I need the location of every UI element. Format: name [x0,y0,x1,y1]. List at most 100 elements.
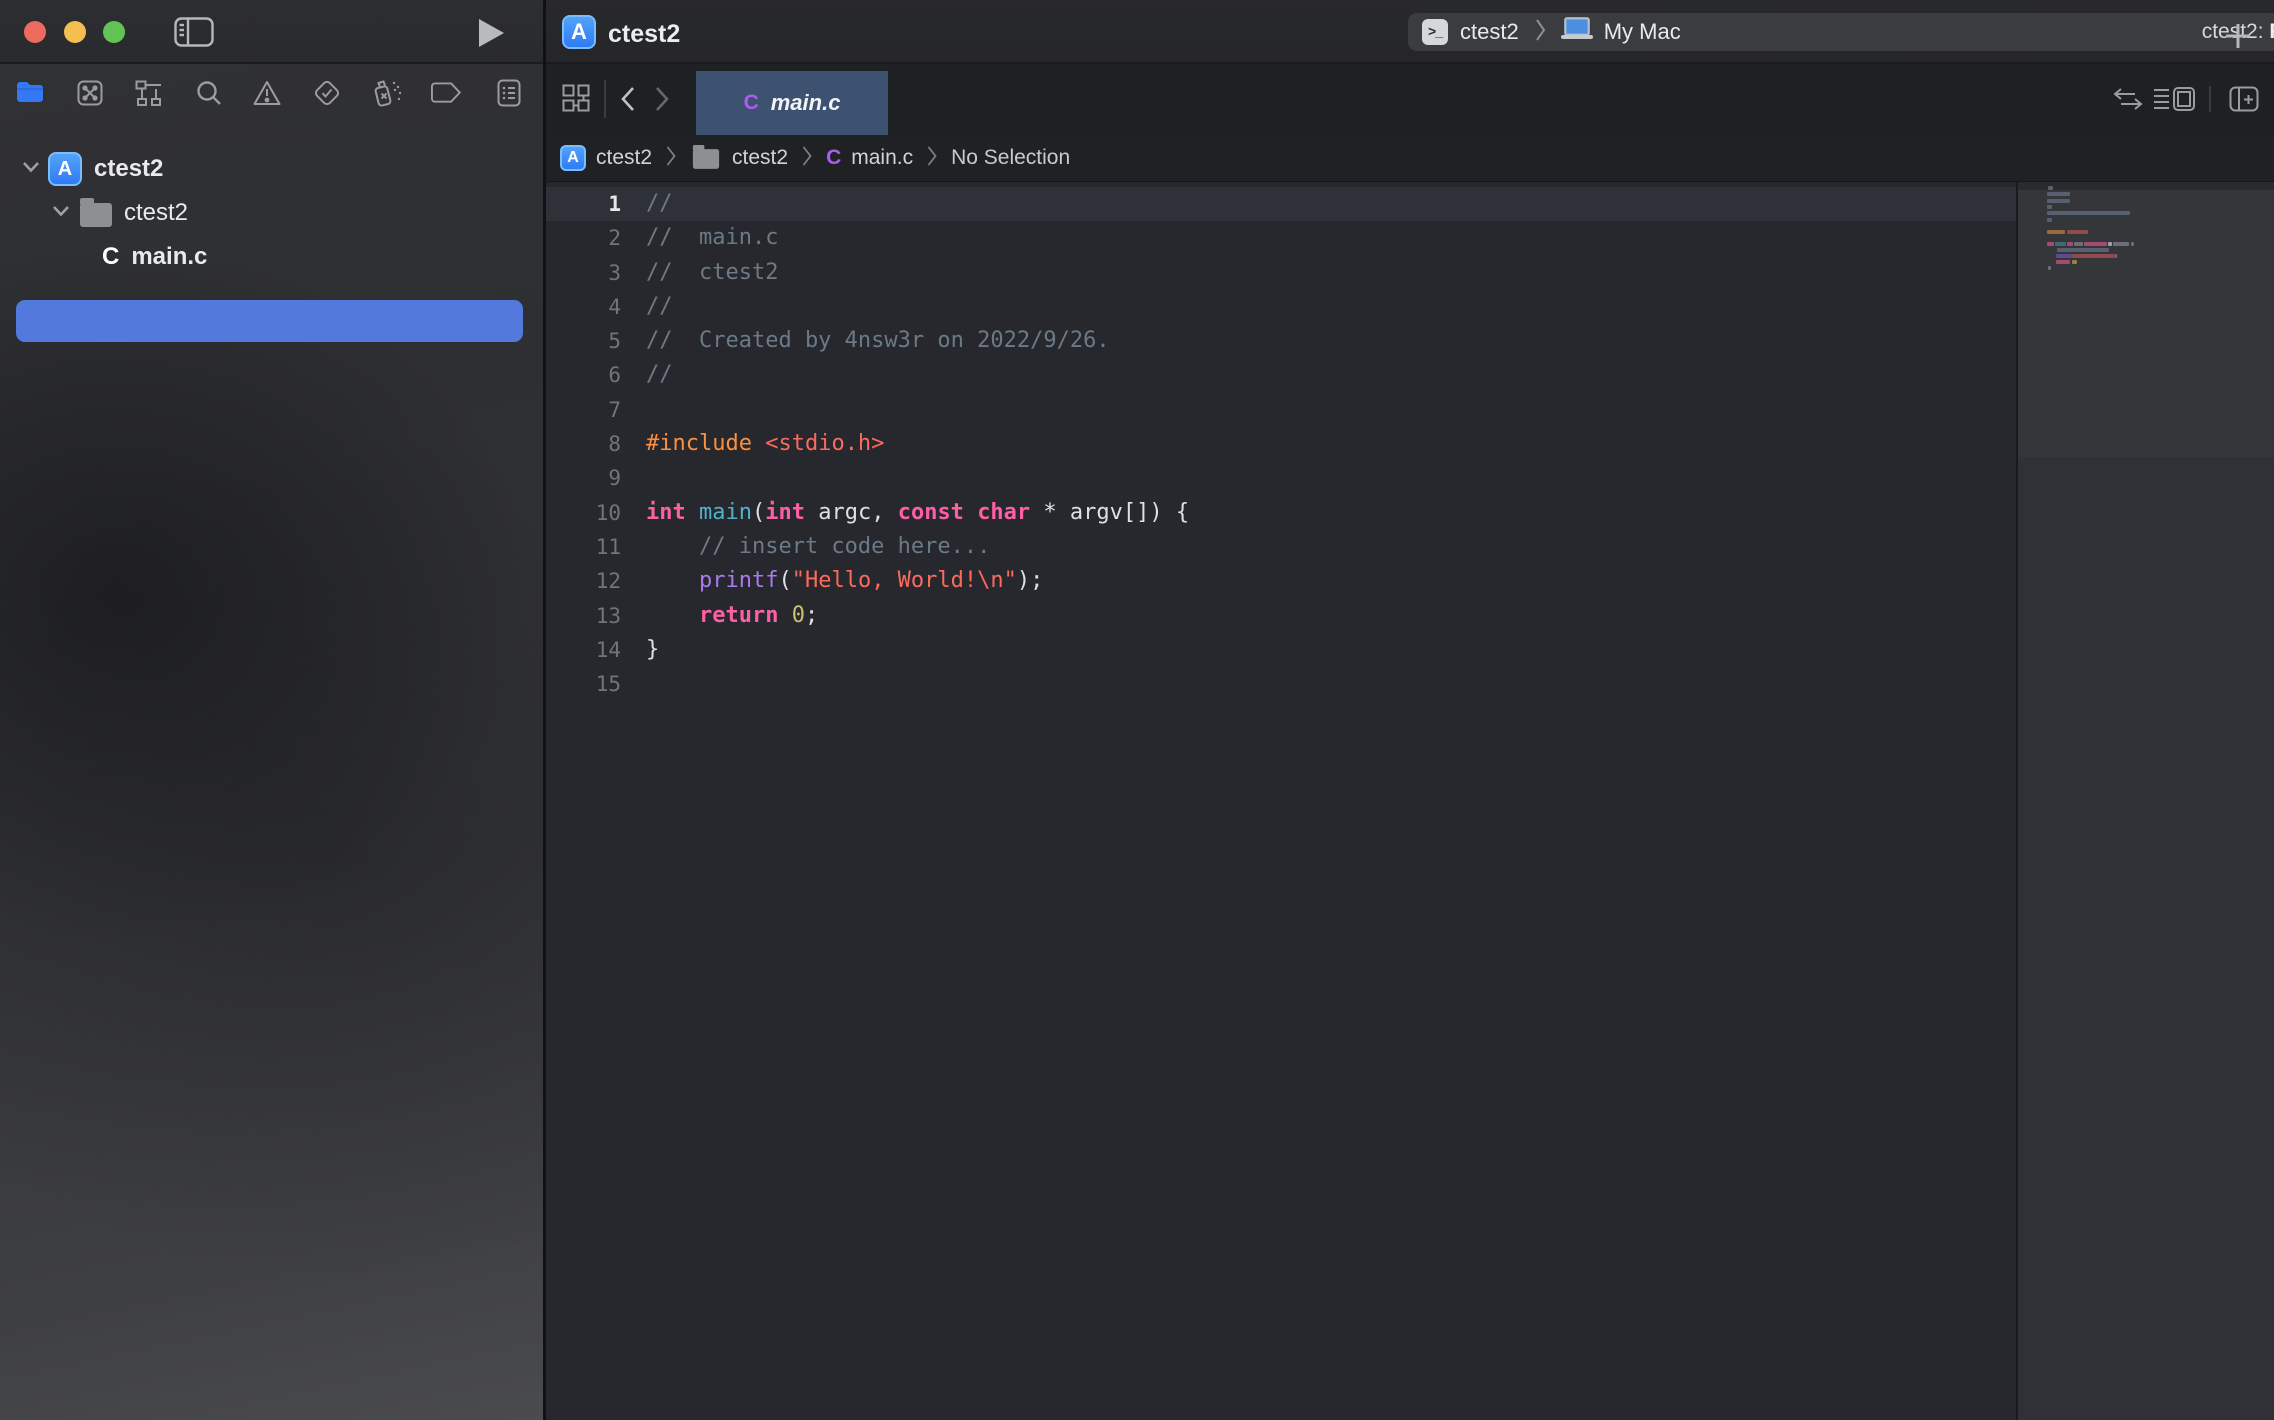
terminal-target-icon[interactable]: >_ [1422,19,1448,45]
breadcrumb-project[interactable]: A ctest2 [560,145,652,171]
code-text: // [646,294,673,319]
sourcecontrol-navigator-tab square-x-icon[interactable] [75,78,105,108]
minimap-bar [2072,260,2077,264]
minimap-bar [2048,266,2051,270]
forward-chevron-icon[interactable] [654,86,670,117]
c-file-icon: C [102,243,119,271]
sidebar-divider[interactable] [543,0,546,1420]
code-line-13: 13 return 0; [546,599,2016,633]
scheme-name[interactable]: ctest2 [1460,19,1519,45]
minimap-bar [2047,230,2065,234]
code-line-7: 7 [546,393,2016,427]
sidebar-toggle-icon[interactable] [174,17,214,47]
code-text: return 0; [646,603,818,628]
code-line-10: 10int main(int argc, const char * argv[]… [546,496,2016,530]
toolbar-right: A ctest2 >_ ctest2 My Mac ctest2: Ready … [546,0,2274,64]
line-number[interactable]: 8 [546,427,621,461]
navigator-sidebar: A ctest2 ctest2 C main.c [0,64,543,1420]
chevron-right-icon [1535,19,1546,46]
code-text: // Created by 4nsw3r on 2022/9/26. [646,328,1110,353]
line-number[interactable]: 2 [546,221,621,255]
minimap-current-line [2018,182,2274,190]
minimap-bar [2067,242,2073,246]
breakpoint-navigator-tab tag-icon[interactable] [432,78,462,108]
toolbar-left [0,0,543,64]
breadcrumb-file[interactable]: C main.c [826,146,913,170]
breadcrumb-group[interactable]: ctest2 [690,145,788,171]
line-number[interactable]: 4 [546,290,621,324]
tree-item-label: ctest2 [94,155,163,183]
test-navigator-tab diamond-check-icon[interactable] [312,78,342,108]
tree-row-group[interactable]: ctest2 [0,192,543,234]
editor-tab-bar: C main.c [546,64,2274,135]
code-text: #include <stdio.h> [646,431,884,456]
minimap[interactable] [2016,182,2274,1420]
add-editor-icon[interactable] [2229,86,2259,117]
report-navigator-tab report-doc-icon[interactable] [494,78,524,108]
code-lines: 1//2// main.c3// ctest24//5// Created by… [546,187,2016,701]
folder-icon [80,203,112,227]
zoom-button[interactable] [103,21,125,43]
minimap-bar [2113,242,2129,246]
line-number[interactable]: 10 [546,496,621,530]
app-icon: A [560,145,586,171]
folder-icon [693,149,719,169]
run-icon[interactable] [479,19,504,47]
code-line-9: 9 [546,461,2016,495]
line-number[interactable]: 15 [546,667,621,701]
minimap-bar [2072,254,2115,258]
debug-navigator-tab spray-icon[interactable] [372,78,402,108]
disclosure-chevron-icon[interactable] [52,204,70,222]
issue-navigator-tab warning-triangle-icon[interactable] [252,78,282,108]
line-number[interactable]: 5 [546,324,621,358]
tree-row-file-selected[interactable]: C main.c [0,236,543,278]
line-number[interactable]: 12 [546,564,621,598]
window-title: ctest2 [608,20,680,49]
code-line-14: 14} [546,633,2016,667]
code-line-1: 1// [546,187,2016,221]
minimap-visible-region [2018,182,2274,457]
find-navigator-tab search-icon[interactable] [194,78,224,108]
project-navigator-tab folder-icon[interactable] [15,78,45,108]
tab-main-c[interactable]: C main.c [696,71,888,135]
line-number[interactable]: 3 [546,256,621,290]
line-number[interactable]: 6 [546,358,621,392]
code-text: // main.c [646,225,778,250]
code-text: // [646,362,673,387]
line-number[interactable]: 7 [546,393,621,427]
minimap-bar [2047,205,2052,209]
code-text: // ctest2 [646,260,778,285]
line-number[interactable]: 1 [546,187,621,221]
disclosure-chevron-icon[interactable] [22,160,40,178]
chevron-right-icon [802,146,812,171]
run-destination[interactable]: My Mac [1604,19,1681,45]
scheme-status-pill: >_ ctest2 My Mac ctest2: Ready | Today a… [1408,13,2274,51]
line-number[interactable]: 11 [546,530,621,564]
divider [604,80,606,118]
back-chevron-icon[interactable] [620,86,636,117]
symbol-navigator-tab hierarchy-icon[interactable] [134,78,164,108]
divider [0,62,2274,64]
jump-bar: A ctest2 ctest2 C main.c No Selection [546,135,2274,182]
minimap-bar [2057,248,2109,252]
my-mac-icon [1560,17,1594,47]
tree-row-project[interactable]: A ctest2 [0,148,543,190]
line-number[interactable]: 9 [546,461,621,495]
editor-options-icon[interactable] [2153,86,2197,117]
tree-item-label: ctest2 [124,199,188,227]
library-add-icon[interactable] [2224,22,2252,55]
code-text: // insert code here... [646,534,990,559]
close-button[interactable] [24,21,46,43]
tree-item-label: main.c [131,243,207,271]
breadcrumb-selection[interactable]: No Selection [951,146,1070,170]
line-number[interactable]: 13 [546,599,621,633]
code-review-icon[interactable] [2113,88,2143,115]
related-items-grid-icon[interactable] [562,84,590,117]
code-editor[interactable]: 1//2// main.c3// ctest24//5// Created by… [546,182,2016,1420]
code-line-12: 12 printf("Hello, World!\n"); [546,564,2016,598]
minimap-bar [2047,218,2052,222]
minimap-bar [2056,260,2070,264]
breadcrumb-label: No Selection [951,146,1070,170]
minimize-button[interactable] [64,21,86,43]
line-number[interactable]: 14 [546,633,621,667]
